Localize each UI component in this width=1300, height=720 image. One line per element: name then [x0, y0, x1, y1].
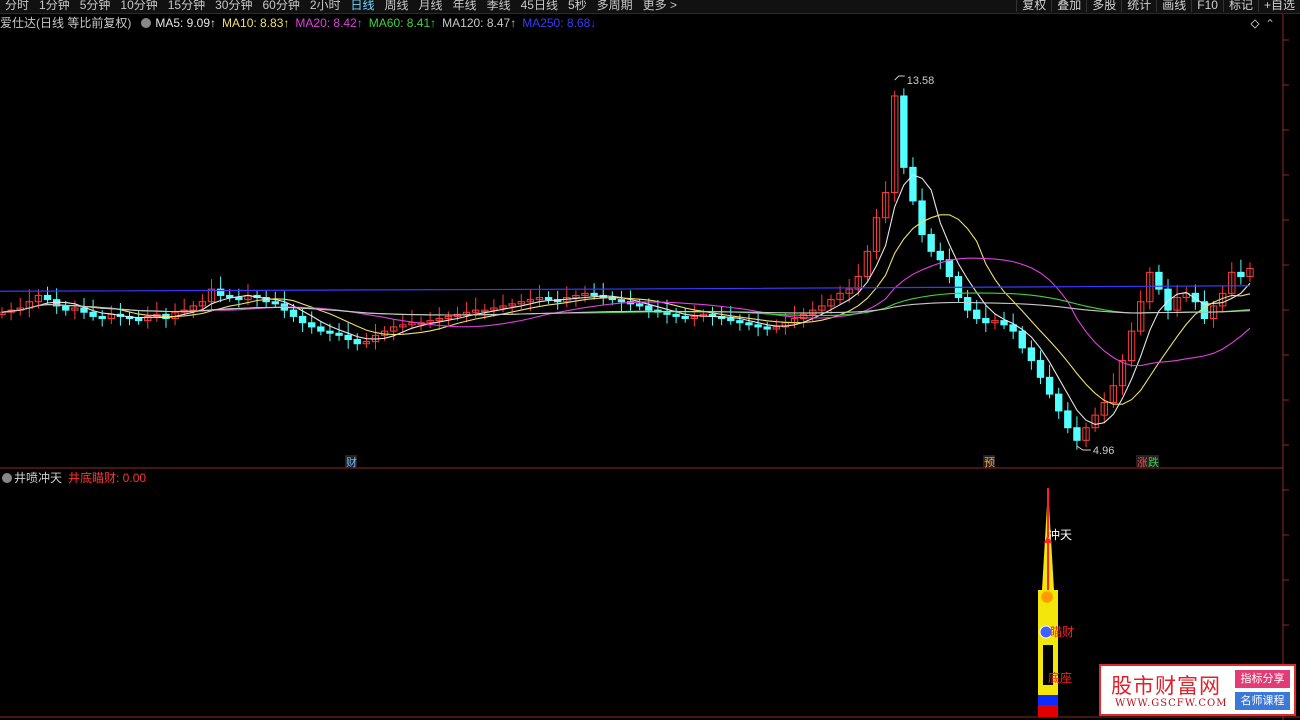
- watermark: 股市财富网 WWW.GSCFW.COM 指标分享 名师课程: [1099, 664, 1296, 716]
- indicator-value: 井底瞄财: 0.00: [68, 471, 147, 485]
- ma250-line: [0, 285, 1251, 292]
- indicator-legend: 井喷冲天 井底瞄财: 0.00: [0, 470, 152, 486]
- candle-body: [945, 259, 954, 278]
- diamond-icon: [1250, 19, 1260, 29]
- candle-body: [645, 305, 653, 311]
- candle-body: [1237, 271, 1245, 278]
- candle-body: [544, 297, 553, 301]
- low-pointer: [1076, 445, 1091, 451]
- candle-body: [298, 315, 307, 324]
- watermark-brand: 股市财富网: [1111, 674, 1221, 698]
- candle-body: [1064, 410, 1072, 429]
- candle-body: [763, 326, 771, 330]
- candle-body: [1036, 360, 1045, 378]
- high-pointer: [894, 75, 905, 81]
- candle-body: [62, 305, 70, 311]
- signal-label-chongtian: 冲天: [1048, 527, 1072, 542]
- candle-body: [681, 315, 689, 320]
- candle-body: [663, 311, 671, 315]
- candle-body: [736, 320, 744, 324]
- candle-body: [918, 200, 926, 236]
- candle-body: [936, 250, 944, 261]
- candle-body: [590, 292, 598, 296]
- candle-body: [982, 318, 990, 324]
- candle-body: [1000, 320, 1008, 326]
- candle-body: [973, 309, 981, 320]
- low-label: 4.96: [1093, 445, 1114, 457]
- candle-body: [1045, 376, 1054, 395]
- candle-body: [727, 318, 735, 322]
- candle-body: [353, 339, 361, 345]
- event-marker: 涨: [1137, 456, 1148, 469]
- candle-body: [308, 322, 316, 328]
- indicator-settings-icon[interactable]: [2, 473, 12, 483]
- candle-body: [900, 95, 908, 168]
- candle-body: [271, 301, 279, 305]
- candle-body: [80, 307, 88, 313]
- candle-body: [617, 299, 626, 303]
- signal-base-red: [1038, 705, 1058, 717]
- candle-body: [909, 166, 917, 202]
- high-label: 13.58: [907, 75, 935, 87]
- candle-body: [927, 234, 935, 252]
- candle-body: [1055, 393, 1063, 412]
- kline-chart[interactable]: ⌃ 13.58 4.96 财 预 涨跌冲天瞄财底座: [0, 0, 1300, 720]
- candle-body: [134, 318, 143, 322]
- candle-body: [89, 311, 97, 317]
- ma60-line: [1, 292, 1251, 317]
- candle-body: [344, 334, 352, 341]
- candle-body: [335, 332, 343, 336]
- ma10-line: [1, 214, 1251, 405]
- event-marker: 跌: [1148, 455, 1159, 469]
- collapse-icon: ⌃: [1265, 17, 1275, 31]
- up-chevron-icon: [1040, 590, 1054, 604]
- candle-body: [326, 330, 334, 334]
- candle-body: [963, 297, 972, 311]
- candle-body: [98, 315, 106, 320]
- candle-body: [235, 297, 243, 301]
- signal-label-miaocai: 瞄财: [1050, 625, 1074, 639]
- candle-body: [635, 303, 644, 307]
- candle-body: [1073, 427, 1081, 441]
- candle-body: [289, 309, 298, 317]
- watermark-url: WWW.GSCFW.COM: [1115, 698, 1228, 709]
- ma5-line: [1, 174, 1251, 425]
- signal-label-dizuo: 底座: [1048, 670, 1072, 685]
- event-marker: 预: [984, 456, 995, 469]
- candle-body: [672, 313, 680, 317]
- watermark-tag-course: 名师课程: [1235, 692, 1290, 710]
- candle-body: [43, 294, 52, 301]
- signal-base-blue: [1038, 695, 1058, 705]
- event-marker: 财: [346, 455, 357, 469]
- watermark-tag-share: 指标分享: [1235, 670, 1290, 688]
- candle-body: [754, 324, 762, 328]
- candle-body: [1009, 324, 1017, 332]
- indicator-name: 井喷冲天: [14, 471, 63, 485]
- candle-body: [1018, 330, 1026, 349]
- candle-body: [745, 322, 753, 326]
- candle-body: [317, 326, 325, 332]
- candle-body: [1027, 347, 1036, 362]
